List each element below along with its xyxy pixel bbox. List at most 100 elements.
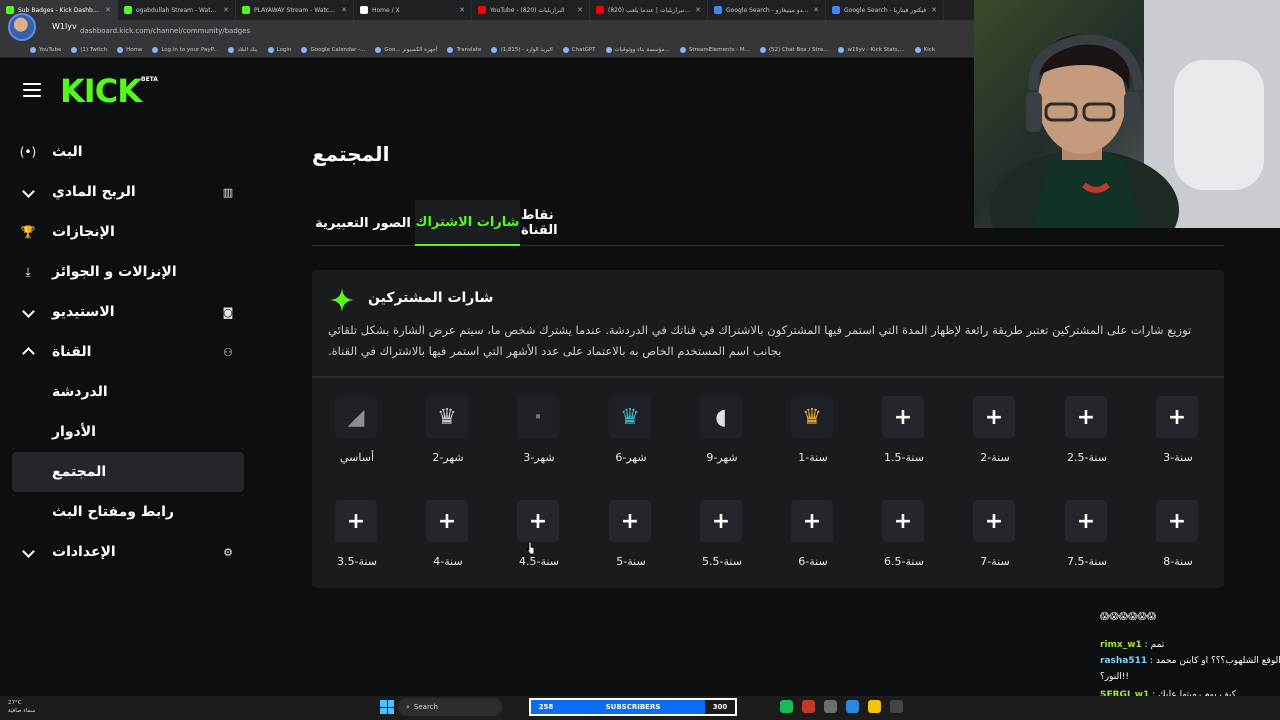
profile-avatar[interactable] [8,13,36,41]
tab-channel-points[interactable]: نقاط القناة [521,200,587,246]
add-icon: + [528,508,548,534]
sidebar-item-roles[interactable]: الأدوار [0,412,256,452]
badge-slot[interactable]: + سنة-4.5 [509,500,569,580]
edge-icon[interactable] [846,700,859,713]
badge-image[interactable]: ♛ [426,396,468,438]
kick-logo[interactable]: KICK [60,72,142,110]
badge-slot[interactable]: + سنة-3.5 [327,500,387,580]
browser-tab[interactable]: YouTube - (820) البرازيليات ✕ [472,0,590,20]
badge-slot[interactable]: + سنة-4 [418,500,478,580]
badge-slot[interactable]: ◢ أساسي [327,396,387,476]
bookmark-item[interactable]: (1) Twitch [71,46,107,53]
sidebar-item-community[interactable]: المجتمع [12,452,244,492]
badge-slot[interactable]: + سنة-2.5 [1057,396,1117,476]
bookmark-item[interactable]: Kick [914,46,935,53]
add-badge-button[interactable]: + [335,500,377,542]
add-badge-button[interactable]: + [700,500,742,542]
badge-slot[interactable]: ♛ شهر-6 [601,396,661,476]
browser-tab[interactable]: Google Search - فيكتور فيتاريا ✕ [826,0,944,20]
add-badge-button[interactable]: + [1156,500,1198,542]
sidebar-item-channel[interactable]: القناة ⚇ [0,332,256,372]
badge-slot[interactable]: + سنة-1.5 [874,396,934,476]
badge-slot[interactable]: + سنة-6 [783,500,843,580]
spotify-icon[interactable] [780,700,793,713]
url-text[interactable]: dashboard.kick.com/channel/community/bad… [80,27,250,35]
windows-start-icon[interactable] [380,700,394,714]
browser-tab[interactable]: PLAYAWAY Stream - Watch Live ✕ [236,0,354,20]
add-badge-button[interactable]: + [1065,396,1107,438]
badge-slot[interactable]: + سنة-3 [1148,396,1208,476]
add-badge-button[interactable]: + [882,396,924,438]
add-badge-button[interactable]: + [882,500,924,542]
close-icon[interactable]: ✕ [223,6,229,14]
bookmark-item[interactable]: Home [117,46,142,53]
close-icon[interactable]: ✕ [931,6,937,14]
add-badge-button[interactable]: + [1065,500,1107,542]
weather-widget[interactable]: 27°C سماء صافية [8,699,35,715]
sidebar-item-studio[interactable]: الاستيديو ◙ [0,292,256,332]
tab-sub-badges[interactable]: شارات الاشتراك [415,200,520,246]
close-icon[interactable]: ✕ [695,6,701,14]
add-badge-button[interactable]: + [1156,396,1198,438]
close-icon[interactable]: ✕ [341,6,347,14]
add-badge-button[interactable]: + [791,500,833,542]
close-icon[interactable]: ✕ [577,6,583,14]
bookmark-item[interactable]: Google Calendar -... [301,46,365,53]
badge-slot[interactable]: + سنة-8 [1148,500,1208,580]
badge-image[interactable]: ◖ [700,396,742,438]
add-badge-button[interactable]: + [517,500,559,542]
browser-tab[interactable]: (820) نادي الانبرازيليات | عندما يلعب ✕ [590,0,708,20]
badge-slot[interactable]: + سنة-6.5 [874,500,934,580]
badge-image[interactable]: · [517,396,559,438]
app-icon[interactable] [824,700,837,713]
bookmark-item[interactable]: StreamElements - M... [679,46,750,53]
bookmark-item[interactable]: YouTube [30,46,61,53]
bookmark-item[interactable]: w1llyv - Kick Stats,... [838,46,905,53]
tab-emotes[interactable]: الصور التعبيرية [312,200,414,246]
add-badge-button[interactable]: + [426,500,468,542]
menu-icon[interactable] [23,83,41,97]
bookmark-item[interactable]: Log in to your PayP... [152,46,218,53]
sidebar-item-chat[interactable]: الدردشة [0,372,256,412]
badge-image[interactable]: ♛ [609,396,651,438]
badge-slot[interactable]: + سنة-5.5 [692,500,752,580]
badge-slot[interactable]: ◖ شهر-9 [692,396,752,476]
badge-slot[interactable]: + سنة-2 [965,396,1025,476]
badge-image[interactable]: ♛ [791,396,833,438]
sidebar-item-stream[interactable]: (•) البث [0,132,256,172]
bookmark-item[interactable]: Login [267,46,291,53]
bookmark-item[interactable]: (52) Chat Box / Stre... [759,46,828,53]
bookmark-item[interactable]: (1,815) - البريد الوارد [491,46,553,53]
badge-slot[interactable]: + سنة-5 [601,500,661,580]
close-icon[interactable]: ✕ [105,6,111,14]
sidebar-item-stream-key[interactable]: رابط ومفتاح البث [0,492,256,532]
close-icon[interactable]: ✕ [459,6,465,14]
browser-tab[interactable]: ogabdullah Stream - Watch Live ✕ [118,0,236,20]
bookmark-item[interactable]: مؤسسة بناء ووثوقيات... [605,46,670,53]
bookmark-item[interactable]: Goo... أجهزة الكمبيوتر [375,46,437,53]
bookmark-item[interactable]: Translate [447,46,481,53]
sidebar-item-drops[interactable]: ⤓ الإنزالات و الجوائز [0,252,256,292]
browser-profile[interactable] [8,12,44,42]
badge-slot[interactable]: + سنة-7 [965,500,1025,580]
badge-image[interactable]: ◢ [335,396,377,438]
browser-tab[interactable]: Home / X ✕ [354,0,472,20]
add-badge-button[interactable]: + [973,396,1015,438]
browser-tab[interactable]: Google Search - فرناندو مينيغازو ✕ [708,0,826,20]
taskbar-search[interactable]: ⌕ Search [398,698,502,716]
close-icon[interactable]: ✕ [813,6,819,14]
badge-slot[interactable]: + سنة-7.5 [1057,500,1117,580]
add-badge-button[interactable]: + [973,500,1015,542]
app-icon[interactable] [802,700,815,713]
badge-slot[interactable]: · شهر-3 [509,396,569,476]
add-badge-button[interactable]: + [609,500,651,542]
app-icon[interactable] [890,700,903,713]
bookmark-item[interactable]: بنك البلاد [228,46,258,53]
chrome-icon[interactable] [868,700,881,713]
badge-slot[interactable]: ♛ سنة-1 [783,396,843,476]
sidebar-item-settings[interactable]: الإعدادات ⚙ [0,532,256,572]
sidebar-item-monetization[interactable]: الربح المادي ▥ [0,172,256,212]
badge-slot[interactable]: ♛ شهر-2 [418,396,478,476]
sidebar-item-achievements[interactable]: 🏆 الإنجازات [0,212,256,252]
bookmark-item[interactable]: ChatGPT [562,46,596,53]
